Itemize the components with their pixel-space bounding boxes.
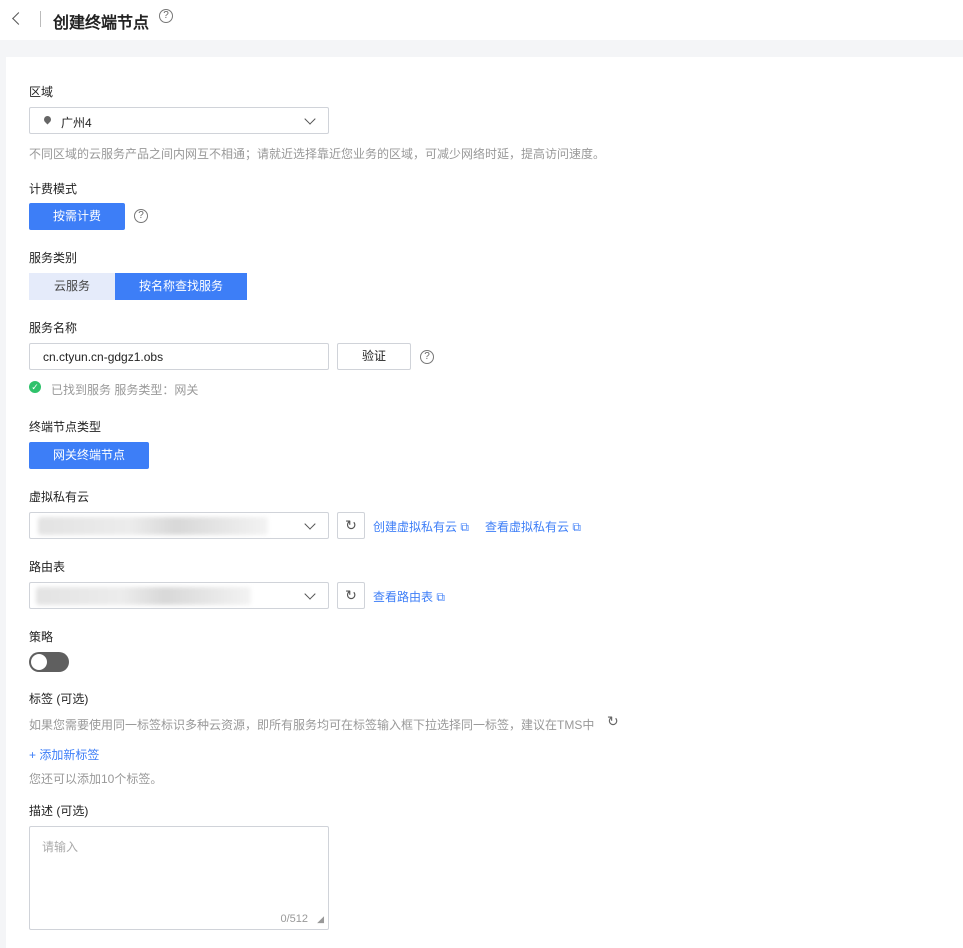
policy-label: 策略 <box>29 630 54 644</box>
chevron-down-icon <box>304 113 316 125</box>
create-vpc-link[interactable]: 创建虚拟私有云 ⧉ <box>373 518 469 535</box>
form: 区域 广州4 不同区域的云服务产品之间内网互不相通；请就近选择靠近您业务的区域，… <box>0 0 963 948</box>
tags-remaining: 您还可以添加10个标签。 <box>29 772 163 786</box>
help-icon[interactable]: ? <box>134 209 148 223</box>
char-counter: 0/512 <box>280 913 308 925</box>
location-icon <box>42 114 53 125</box>
chevron-down-icon <box>304 518 316 530</box>
region-select[interactable]: 广州4 <box>29 107 329 134</box>
service-name-input[interactable]: cn.ctyun.cn-gdgz1.obs <box>29 343 329 370</box>
verify-button[interactable]: 验证 <box>337 343 411 370</box>
toggle-knob <box>31 654 47 670</box>
tab-find-by-name[interactable]: 按名称查找服务 <box>115 273 247 300</box>
endpoint-type-label: 终端节点类型 <box>29 420 102 434</box>
route-table-label: 路由表 <box>29 560 66 574</box>
add-tag-link[interactable]: + 添加新标签 <box>29 746 99 763</box>
help-icon[interactable]: ? <box>420 350 434 364</box>
description-placeholder: 请输入 <box>42 840 79 854</box>
chevron-down-icon <box>304 588 316 600</box>
billing-on-demand-button[interactable]: 按需计费 <box>29 203 125 230</box>
success-check-icon: ✓ <box>29 381 41 393</box>
service-type-label: 服务类别 <box>29 251 78 265</box>
vpc-select[interactable] <box>29 512 329 539</box>
external-link-icon: ⧉ <box>436 590 445 604</box>
view-vpc-link[interactable]: 查看虚拟私有云 ⧉ <box>485 518 581 535</box>
view-route-table-link[interactable]: 查看路由表 ⧉ <box>373 588 445 605</box>
service-name-label: 服务名称 <box>29 321 78 335</box>
vpc-label: 虚拟私有云 <box>29 490 90 504</box>
tags-label: 标签 (可选) <box>29 692 89 706</box>
resize-handle-icon[interactable]: ◢ <box>317 914 324 925</box>
blurred-value <box>38 517 268 535</box>
route-table-select[interactable] <box>29 582 329 609</box>
region-label: 区域 <box>29 85 54 99</box>
refresh-icon[interactable]: ↻ <box>607 713 619 730</box>
tags-hint: 如果您需要使用同一标签标识多种云资源，即所有服务均可在标签输入框下拉选择同一标签… <box>29 718 595 732</box>
external-link-icon: ⧉ <box>572 520 581 534</box>
service-name-value: cn.ctyun.cn-gdgz1.obs <box>43 350 164 364</box>
region-value: 广州4 <box>61 116 92 130</box>
gateway-endpoint-button[interactable]: 网关终端节点 <box>29 442 149 469</box>
refresh-vpc-button[interactable]: ↻ <box>337 512 365 539</box>
service-found-status: 已找到服务 服务类型：网关 <box>51 383 199 397</box>
refresh-route-table-button[interactable]: ↻ <box>337 582 365 609</box>
external-link-icon: ⧉ <box>460 520 469 534</box>
policy-toggle[interactable] <box>29 652 69 672</box>
billing-label: 计费模式 <box>29 182 78 196</box>
description-label: 描述 (可选) <box>29 804 89 818</box>
tab-cloud-service[interactable]: 云服务 <box>29 273 115 300</box>
description-textarea[interactable]: 请输入 0/512 ◢ <box>29 826 329 930</box>
blurred-value <box>36 587 251 605</box>
region-hint: 不同区域的云服务产品之间内网互不相通；请就近选择靠近您业务的区域，可减少网络时延… <box>29 147 606 161</box>
